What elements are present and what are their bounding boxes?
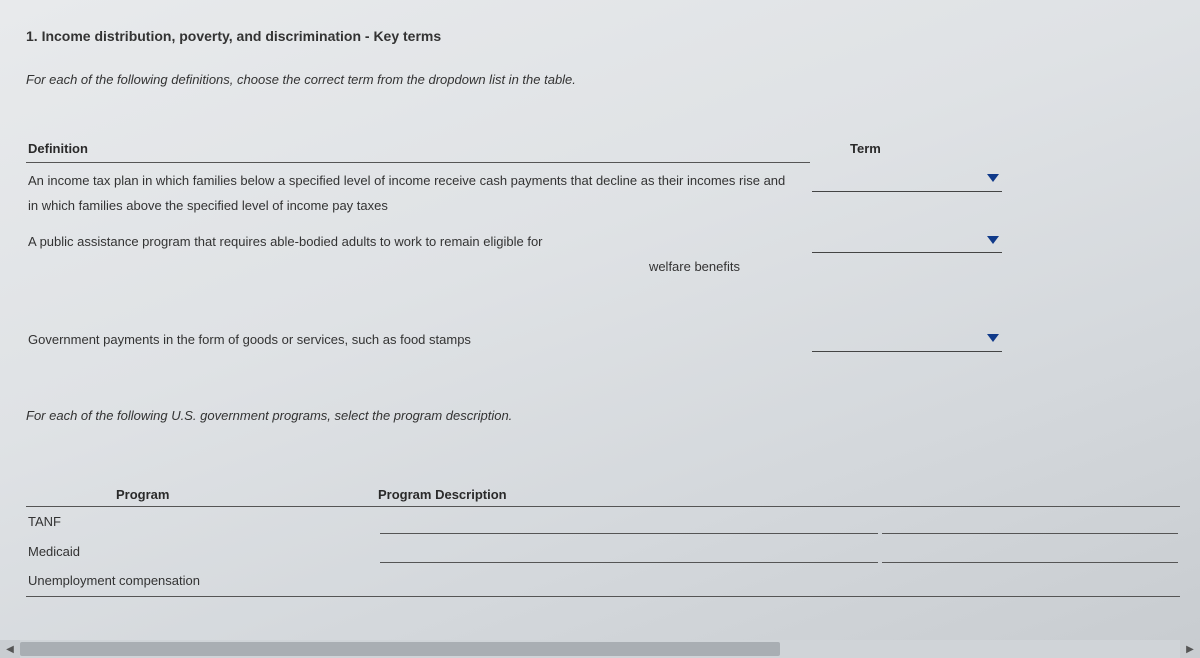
program-name: Unemployment compensation (26, 566, 378, 596)
program-name: TANF (26, 507, 378, 537)
program-name: Medicaid (26, 537, 378, 566)
chevron-down-icon (986, 173, 1000, 183)
scroll-left-arrow-icon[interactable]: ◀ (0, 640, 20, 658)
scroll-track[interactable] (20, 640, 1180, 658)
table-row: An income tax plan in which families bel… (26, 163, 1180, 225)
definition-line1: A public assistance program that require… (28, 234, 543, 249)
header-definition: Definition (26, 135, 810, 163)
page-body: 1. Income distribution, poverty, and dis… (0, 0, 1200, 658)
term-dropdown-3[interactable] (812, 326, 1002, 352)
scroll-thumb[interactable] (20, 642, 780, 656)
chevron-down-icon (986, 235, 1000, 245)
scroll-right-arrow-icon[interactable]: ▶ (1180, 640, 1200, 658)
question-title: 1. Income distribution, poverty, and dis… (26, 28, 1180, 44)
header-spacer (880, 483, 1180, 507)
table-row: Unemployment compensation (26, 566, 1180, 596)
program-table: Program Program Description TANF Medicai… (26, 483, 1180, 596)
definition-term-table: Definition Term An income tax plan in wh… (26, 135, 1180, 358)
instruction-1: For each of the following definitions, c… (26, 72, 1180, 87)
definition-text: An income tax plan in which families bel… (26, 163, 810, 225)
table-row: Medicaid (26, 537, 1180, 566)
term-dropdown-1[interactable] (812, 166, 1002, 192)
definition-text: Government payments in the form of goods… (26, 286, 810, 359)
header-term: Term (810, 135, 1180, 163)
header-description: Program Description (378, 483, 880, 507)
table-row: TANF (26, 507, 1180, 537)
definition-line2: welfare benefits (28, 255, 790, 280)
row-line (882, 511, 1178, 534)
instruction-2: For each of the following U.S. governmen… (26, 408, 1180, 423)
header-program: Program (26, 483, 378, 507)
term-dropdown-2[interactable] (812, 227, 1002, 253)
chevron-down-icon (986, 333, 1000, 343)
horizontal-scrollbar[interactable]: ◀ ▶ (0, 640, 1200, 658)
program-description-dropdown-2[interactable] (380, 540, 878, 563)
table-row: Government payments in the form of goods… (26, 286, 1180, 359)
program-description-dropdown-1[interactable] (380, 511, 878, 534)
row-line (882, 540, 1178, 563)
table-row: A public assistance program that require… (26, 224, 1180, 285)
definition-text: A public assistance program that require… (26, 224, 810, 285)
